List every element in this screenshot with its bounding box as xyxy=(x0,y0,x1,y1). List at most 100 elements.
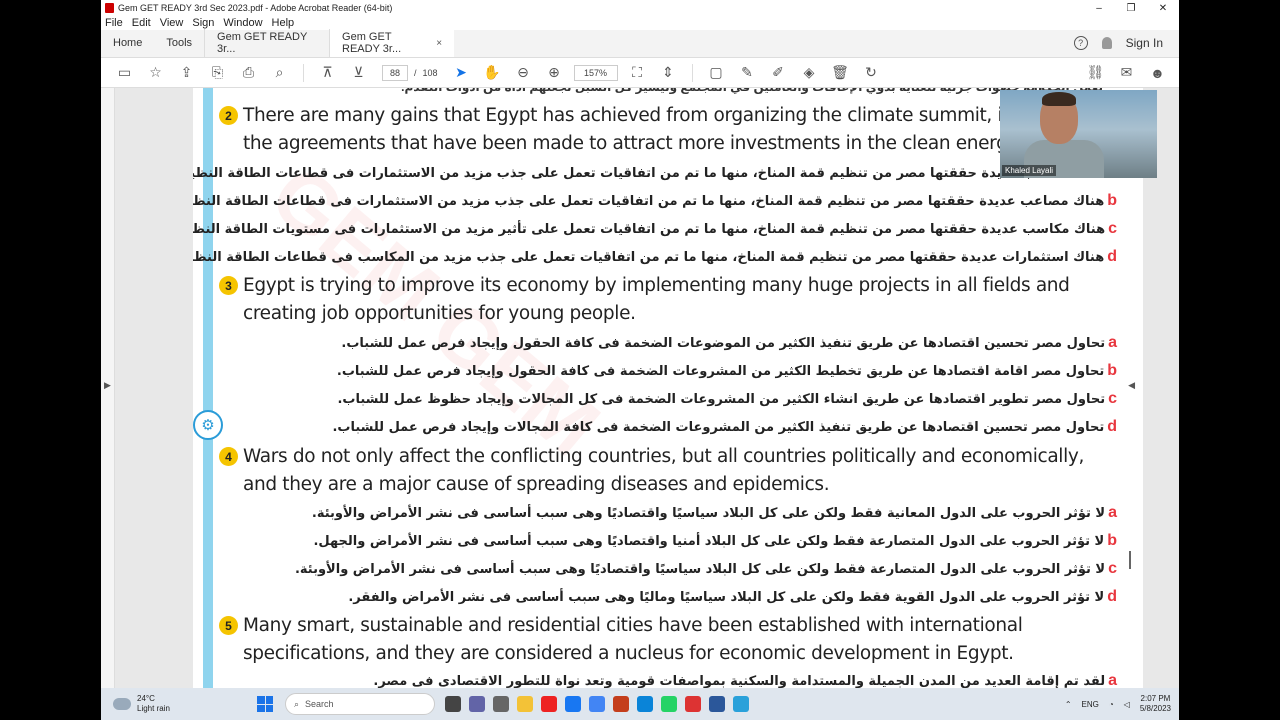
print-icon[interactable]: ⎙ xyxy=(233,58,264,88)
zoom-out-icon[interactable]: ⊖ xyxy=(508,58,539,88)
find-icon[interactable]: ⌕ xyxy=(264,58,295,88)
whatsapp-icon[interactable] xyxy=(661,696,677,712)
sign-in-button[interactable]: Sign In xyxy=(1126,36,1163,50)
menu-window[interactable]: Window xyxy=(223,17,262,29)
question-2: 2 There are many gains that Egypt has ac… xyxy=(219,102,1061,158)
question-text-line: and they are a major cause of spreading … xyxy=(243,474,830,495)
windows-start-icon[interactable] xyxy=(257,696,273,712)
menu-file[interactable]: File xyxy=(105,17,123,29)
save-icon[interactable]: ▭ xyxy=(109,58,140,88)
acrobat-taskbar-icon[interactable] xyxy=(685,696,701,712)
webcam-overlay: Khaled Layali xyxy=(1000,90,1157,178)
settings-gear-icon: ⚙ xyxy=(193,410,223,440)
select-cursor-icon[interactable]: ➤ xyxy=(446,58,477,88)
weather-temp: 24°C xyxy=(137,694,155,703)
youtube-icon[interactable] xyxy=(541,696,557,712)
bookmark-star-icon[interactable]: ☆ xyxy=(140,58,171,88)
delete-icon[interactable]: 🗑 xyxy=(825,58,856,88)
search-placeholder: Search xyxy=(305,699,334,709)
document-viewport[interactable]: ▶ ⚙ GEM GEM تعمل الحكومة خطوات جرئية للع… xyxy=(101,88,1179,688)
zoom-level-select[interactable]: 157% xyxy=(573,64,618,81)
previous-page-icon[interactable]: ⊼ xyxy=(312,58,343,88)
menu-view[interactable]: View xyxy=(160,17,184,29)
collapse-right-pane-icon[interactable]: ◀ xyxy=(1128,380,1135,391)
tab-home[interactable]: Home xyxy=(101,29,154,57)
link-icon[interactable]: ⛓ xyxy=(1080,58,1111,88)
question-text-line: There are many gains that Egypt has achi… xyxy=(243,105,1052,126)
option-letter: c xyxy=(1108,220,1117,237)
question-text-line: specifications, and they are considered … xyxy=(243,643,1014,664)
question-text-line: Many smart, sustainable and residential … xyxy=(243,615,1023,636)
facebook-icon[interactable] xyxy=(565,696,581,712)
clock[interactable]: 2:07 PM 5/8/2023 xyxy=(1140,694,1171,714)
question-number: 3 xyxy=(219,276,238,295)
question-3: 3 Egypt is trying to improve its economy… xyxy=(219,272,1070,328)
presenter-hair xyxy=(1042,92,1076,106)
comment-icon[interactable]: ▢ xyxy=(701,58,732,88)
chat-app-icon[interactable] xyxy=(469,696,485,712)
volume-icon[interactable]: ◁ xyxy=(1124,700,1130,709)
option-letter: b xyxy=(1107,192,1117,209)
option-text: تحاول مصر تحسين اقتصادها عن طريق تنفيذ ا… xyxy=(341,336,1106,351)
email-icon[interactable]: ✉ xyxy=(1111,58,1142,88)
tab-document-1[interactable]: Gem GET READY 3r... xyxy=(204,29,329,57)
fit-page-icon[interactable]: ⛶ xyxy=(622,58,653,88)
menu-help[interactable]: Help xyxy=(272,17,295,29)
option-letter: c xyxy=(1108,560,1117,577)
page-number-input[interactable]: 88 xyxy=(382,64,408,81)
option-text: لا تؤثر الحروب على الدول المعانية فقط ول… xyxy=(311,506,1106,521)
clock-time: 2:07 PM xyxy=(1140,694,1171,703)
tab-document-2[interactable]: Gem GET READY 3r... × xyxy=(329,29,455,57)
rotate-icon[interactable]: ↻ xyxy=(856,58,887,88)
wifi-icon[interactable]: ◔ xyxy=(1109,700,1114,709)
screen: Gem GET READY 3rd Sec 2023.pdf - Adobe A… xyxy=(0,0,1280,720)
notifications-icon[interactable] xyxy=(1101,37,1112,49)
camera-app-icon[interactable] xyxy=(493,696,509,712)
question-5: 5 Many smart, sustainable and residentia… xyxy=(219,612,1039,668)
option-a: aهناك مكاسب عديدة حققتها مصر من تنظيم قم… xyxy=(193,164,1117,182)
telegram-icon[interactable] xyxy=(733,696,749,712)
task-view-icon[interactable] xyxy=(445,696,461,712)
option-letter: a xyxy=(1108,672,1117,688)
menu-sign[interactable]: Sign xyxy=(192,17,214,29)
tab-tools[interactable]: Tools xyxy=(154,29,204,57)
stamp-icon[interactable]: ◈ xyxy=(794,58,825,88)
option-letter: a xyxy=(1108,504,1117,521)
user-icon[interactable]: ☻ xyxy=(1142,58,1173,88)
upload-icon[interactable]: ⇪ xyxy=(171,58,202,88)
system-tray: ⌃ ENG ◔ ◁ 2:07 PM 5/8/2023 xyxy=(1065,694,1179,714)
taskbar-search[interactable]: ⌕ Search xyxy=(285,693,435,715)
option-a: aلا تؤثر الحروب على الدول المعانية فقط و… xyxy=(312,504,1117,522)
scroll-mode-icon[interactable]: ⇕ xyxy=(653,58,684,88)
language-indicator[interactable]: ENG xyxy=(1082,700,1099,709)
menu-edit[interactable]: Edit xyxy=(132,17,151,29)
zoom-in-icon[interactable]: ⊕ xyxy=(539,58,570,88)
option-b: bلا تؤثر الحروب على الدول المتصارعة فقط … xyxy=(313,532,1117,550)
question-4: 4 Wars do not only affect the conflictin… xyxy=(219,443,1084,499)
weather-widget[interactable]: 24°C Light rain xyxy=(101,694,251,714)
edge-icon[interactable] xyxy=(637,696,653,712)
clock-date: 5/8/2023 xyxy=(1139,704,1171,713)
share-file-icon[interactable]: ⎘ xyxy=(202,58,233,88)
file-explorer-icon[interactable] xyxy=(517,696,533,712)
highlight-pen-icon[interactable]: ✎ xyxy=(732,58,763,88)
word-icon[interactable] xyxy=(709,696,725,712)
next-page-icon[interactable]: ⊻ xyxy=(343,58,374,88)
question-text-line: Egypt is trying to improve its economy b… xyxy=(243,275,1070,296)
rain-cloud-icon xyxy=(113,698,131,710)
powerpoint-icon[interactable] xyxy=(613,696,629,712)
scrollbar-thumb[interactable] xyxy=(1129,551,1131,569)
draw-icon[interactable]: ✐ xyxy=(763,58,794,88)
option-text: لا تؤثر الحروب على الدول المتصارعة فقط و… xyxy=(313,534,1105,549)
hand-tool-icon[interactable]: ✋ xyxy=(477,58,508,88)
minimize-button[interactable]: – xyxy=(1083,3,1115,14)
expand-left-pane-icon[interactable]: ▶ xyxy=(104,380,111,391)
help-icon[interactable]: ? xyxy=(1073,36,1088,50)
option-letter: d xyxy=(1107,248,1117,265)
close-window-button[interactable]: ✕ xyxy=(1147,3,1179,14)
chrome-icon[interactable] xyxy=(589,696,605,712)
previous-text-fragment: تعمل الحكومة خطوات جرئية للعناية بذوي ال… xyxy=(253,88,1103,96)
maximize-button[interactable]: ❐ xyxy=(1115,3,1147,14)
tray-chevron-icon[interactable]: ⌃ xyxy=(1065,700,1072,709)
close-tab-icon[interactable]: × xyxy=(436,38,442,49)
